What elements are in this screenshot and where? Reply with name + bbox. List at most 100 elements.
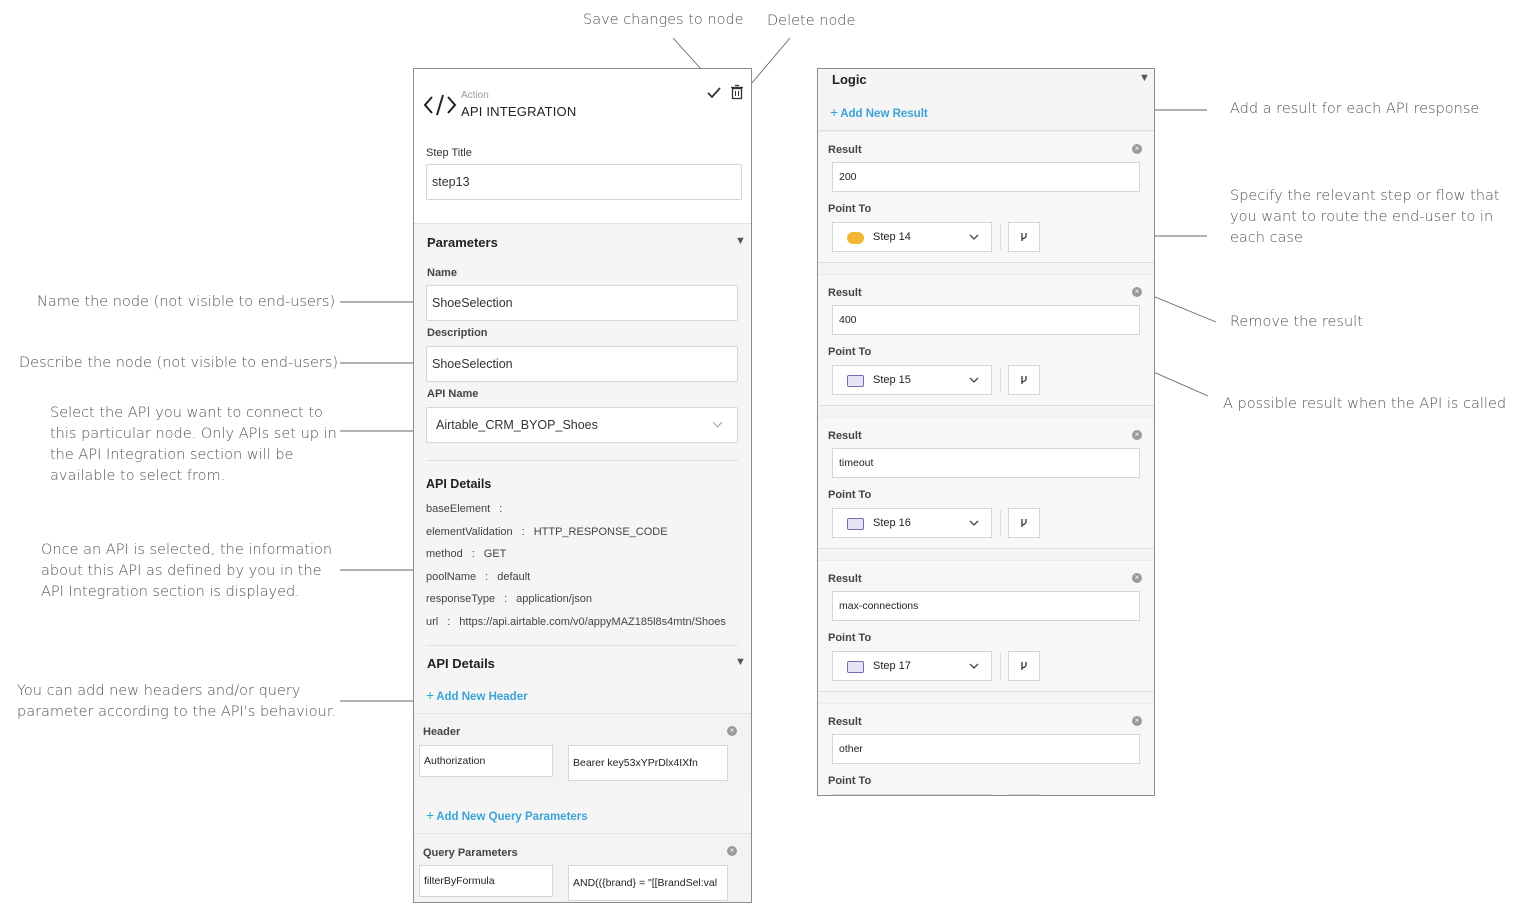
result-value-input[interactable]: 200 — [832, 162, 1140, 192]
trash-icon[interactable] — [728, 83, 746, 101]
result-value-input[interactable]: timeout — [832, 448, 1140, 478]
node-title: API INTEGRATION — [461, 104, 577, 119]
point-to-select[interactable]: Step 14 — [832, 222, 992, 252]
annotation-remove-result: Remove the result — [1230, 314, 1363, 330]
step-title-input[interactable]: step13 — [426, 164, 742, 200]
result-value-input[interactable]: other — [832, 734, 1140, 764]
api-detail-row: responseType: application/json — [426, 593, 593, 605]
query-key-input[interactable]: filterByFormula — [419, 865, 553, 897]
logic-header: Logic ▼ + Add New Result — [818, 69, 1154, 131]
chevron-down-icon — [969, 234, 979, 240]
caret-down-icon[interactable]: ▼ — [735, 656, 746, 668]
annotation-possible-result: A possible result when the API is called — [1223, 396, 1507, 412]
api-details-info-title: API Details — [426, 477, 492, 491]
remove-result-icon[interactable]: × — [1132, 430, 1142, 440]
api-detail-row: elementValidation: HTTP_RESPONSE_CODE — [426, 526, 668, 538]
annotation-delete-node: Delete node — [767, 13, 856, 29]
result-card: Result × 200 Point To Step 14 — [818, 131, 1154, 263]
step-type-icon — [847, 232, 864, 244]
point-to-value: Step 14 — [873, 231, 911, 243]
result-card: Result × 400 Point To Step 15 — [818, 274, 1154, 406]
header-value-input[interactable]: Bearer key53xYPrDlx4IXfn — [568, 745, 728, 781]
api-details-section-title: API Details — [427, 656, 495, 671]
branch-flow-button[interactable] — [1008, 651, 1040, 681]
point-to-label: Point To — [828, 203, 872, 215]
caret-down-icon[interactable]: ▼ — [1139, 72, 1150, 84]
point-to-select[interactable]: Step 15 — [832, 365, 992, 395]
result-card: Result × max-connections Point To Step 1… — [818, 560, 1154, 692]
api-detail-row: method: GET — [426, 548, 507, 560]
header-key-input[interactable]: Authorization — [419, 745, 553, 777]
result-value-input[interactable]: 400 — [832, 305, 1140, 335]
remove-result-icon[interactable]: × — [1132, 716, 1142, 726]
parameters-section-title: Parameters — [427, 235, 498, 250]
step-title-label: Step Title — [426, 147, 472, 159]
name-input[interactable]: ShoeSelection — [426, 285, 738, 321]
save-check-icon[interactable] — [705, 83, 723, 101]
point-to-select[interactable] — [832, 794, 992, 795]
remove-result-icon[interactable]: × — [1132, 144, 1142, 154]
point-to-label: Point To — [828, 632, 872, 644]
result-label: Result — [828, 287, 862, 299]
caret-down-icon[interactable]: ▼ — [735, 235, 746, 247]
api-name-value: Airtable_CRM_BYOP_Shoes — [436, 418, 598, 432]
query-parameters-label: Query Parameters — [423, 847, 518, 859]
result-value-input[interactable]: max-connections — [832, 591, 1140, 621]
query-value-input[interactable]: AND(({brand} = "[[BrandSel:val — [568, 865, 728, 901]
logic-panel: Logic ▼ + Add New Result Result × 200 Poi… — [817, 68, 1155, 796]
branch-flow-button[interactable] — [1008, 222, 1040, 252]
chat-step-icon — [847, 518, 864, 530]
api-name-label: API Name — [427, 388, 479, 400]
branch-icon — [1021, 233, 1027, 241]
branch-flow-button[interactable] — [1008, 794, 1040, 795]
result-card: Result × timeout Point To Step 16 — [818, 417, 1154, 549]
code-icon — [423, 94, 457, 116]
result-label: Result — [828, 573, 862, 585]
point-to-select[interactable]: Step 17 — [832, 651, 992, 681]
name-label: Name — [427, 267, 457, 279]
add-new-query-parameters-link[interactable]: + Add New Query Parameters — [426, 807, 588, 823]
branch-flow-button[interactable] — [1008, 365, 1040, 395]
point-to-label: Point To — [828, 346, 872, 358]
branch-icon — [1021, 519, 1027, 527]
annotation-describe-node: Describe the node (not visible to end-us… — [19, 355, 339, 371]
header-block: Header × Authorization Bearer key53xYPrD… — [414, 713, 751, 793]
api-detail-row: baseElement: — [426, 503, 503, 515]
add-new-result-link[interactable]: + Add New Result — [830, 104, 928, 120]
annotation-add-result: Add a result for each API response — [1230, 101, 1480, 117]
point-to-value: Step 16 — [873, 517, 911, 529]
description-input[interactable]: ShoeSelection — [426, 346, 738, 382]
remove-header-icon[interactable]: × — [727, 726, 737, 736]
branch-flow-button[interactable] — [1008, 508, 1040, 538]
chevron-down-icon — [969, 663, 979, 669]
chat-step-icon — [847, 375, 864, 387]
api-detail-row: poolName: default — [426, 571, 531, 583]
branch-icon — [1021, 662, 1027, 670]
header-label: Header — [423, 726, 461, 738]
annotation-specify-step: Specify the relevant step or flow that y… — [1230, 188, 1500, 246]
remove-result-icon[interactable]: × — [1132, 573, 1142, 583]
query-parameters-block: Query Parameters × filterByFormula AND((… — [414, 833, 751, 902]
annotation-select-api: Select the API you want to connect to th… — [50, 405, 337, 484]
result-label: Result — [828, 144, 862, 156]
chevron-down-icon — [969, 520, 979, 526]
point-to-label: Point To — [828, 489, 872, 501]
chat-step-icon — [847, 661, 864, 673]
remove-result-icon[interactable]: × — [1132, 287, 1142, 297]
api-detail-row: url: https://api.airtable.com/v0/appyMAZ1… — [426, 616, 726, 628]
annotation-name-node: Name the node (not visible to end-users) — [37, 294, 336, 310]
add-new-header-link[interactable]: + Add New Header — [426, 687, 528, 703]
api-name-select[interactable]: Airtable_CRM_BYOP_Shoes — [426, 407, 738, 443]
point-to-select[interactable]: Step 16 — [832, 508, 992, 538]
node-type-label: Action — [461, 90, 489, 101]
annotation-api-selected: Once an API is selected, the information… — [41, 542, 333, 600]
chevron-down-icon — [969, 377, 979, 383]
chevron-down-icon — [712, 421, 723, 428]
annotation-save-changes: Save changes to node — [583, 12, 744, 28]
node-header: Action API INTEGRATION Step Title step13 — [414, 69, 751, 224]
remove-query-icon[interactable]: × — [727, 846, 737, 856]
result-label: Result — [828, 430, 862, 442]
point-to-label: Point To — [828, 775, 872, 787]
branch-icon — [1021, 376, 1027, 384]
point-to-value: Step 15 — [873, 374, 911, 386]
